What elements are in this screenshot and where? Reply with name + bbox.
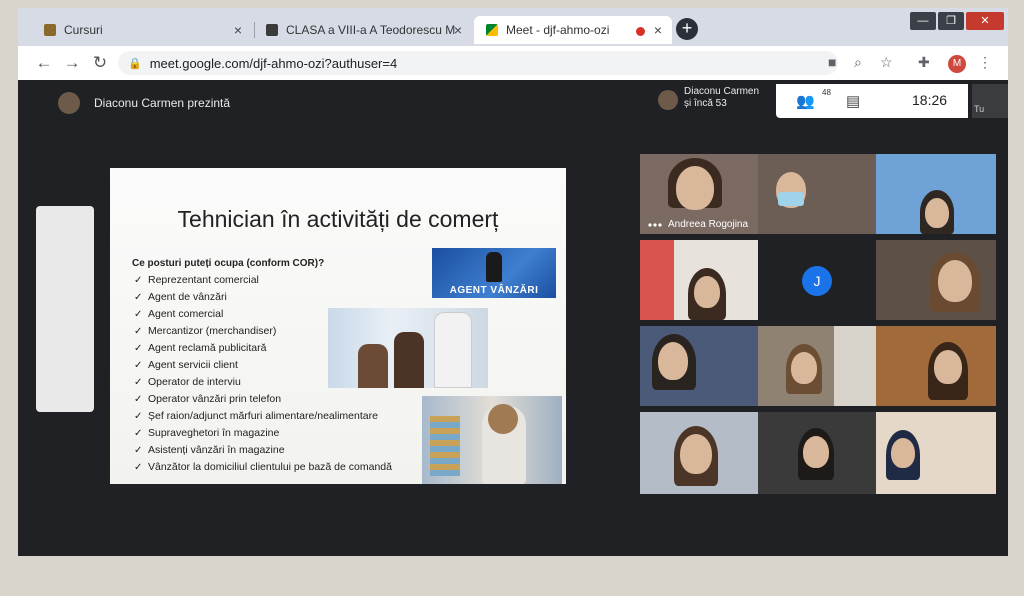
participant-tile[interactable] xyxy=(640,326,758,406)
presenter-text: Diaconu Carmen prezintă xyxy=(94,96,231,110)
close-tab-icon[interactable]: × xyxy=(454,22,462,38)
extensions-icon[interactable]: ✚ xyxy=(918,54,930,71)
participant-name: Diaconu Carmen xyxy=(684,86,760,97)
tab-title: Meet - djf-ahmo-ozi xyxy=(506,23,610,37)
presenter-info: Diaconu Carmen prezintă xyxy=(58,92,230,114)
close-tab-icon[interactable]: × xyxy=(654,22,662,38)
check-icon: ✓ xyxy=(134,309,143,320)
avatar xyxy=(58,92,80,114)
lock-icon[interactable]: 🔒 xyxy=(128,57,142,70)
participants-summary[interactable]: Diaconu Carmen și încă 53 xyxy=(658,86,759,110)
list-item: ✓ Agent de vânzări xyxy=(134,289,392,306)
participant-tile[interactable] xyxy=(758,326,876,406)
presentation-slide: Tehnician în activități de comerț Ce pos… xyxy=(110,168,566,484)
check-icon: ✓ xyxy=(134,343,143,354)
call-center-photo xyxy=(328,308,488,388)
participant-tile[interactable] xyxy=(758,412,876,494)
agent-image-label: AGENT VÂNZĂRI xyxy=(449,285,539,296)
check-icon: ✓ xyxy=(134,428,143,439)
check-icon: ✓ xyxy=(134,377,143,388)
people-icon[interactable]: 👥 xyxy=(796,92,815,110)
meet-icon xyxy=(486,24,498,36)
check-icon: ✓ xyxy=(134,462,143,473)
participant-tile[interactable] xyxy=(640,412,758,494)
participant-tile[interactable] xyxy=(640,240,758,320)
self-label: Tu xyxy=(974,104,985,114)
classroom-icon xyxy=(44,24,56,36)
meet-controls-panel: 👥 48 ▤ 18:26 xyxy=(776,84,968,118)
participant-tile[interactable] xyxy=(876,326,996,406)
meet-header: Diaconu Carmen prezintă Diaconu Carmen ș… xyxy=(18,80,1008,122)
recording-dot-icon xyxy=(636,27,645,36)
list-item: ✓ Vânzător la domiciliul clientului pe ba… xyxy=(134,459,392,476)
camera-icon[interactable]: ■ xyxy=(828,54,836,70)
check-icon: ✓ xyxy=(134,411,143,422)
check-icon: ✓ xyxy=(134,360,143,371)
participant-tile[interactable] xyxy=(876,240,996,320)
supermarket-photo xyxy=(422,396,562,484)
participant-tile[interactable] xyxy=(758,154,876,234)
url-text[interactable]: meet.google.com/djf-ahmo-ozi?authuser=4 xyxy=(150,56,398,71)
list-item: ✓ Șef raion/adjunct mărfuri alimentare/ne… xyxy=(134,408,392,425)
close-tab-icon[interactable]: × xyxy=(234,22,242,38)
list-item: ✓ Reprezentant comercial xyxy=(134,272,392,289)
check-icon: ✓ xyxy=(134,326,143,337)
list-item: ✓ Supraveghetori în magazine xyxy=(134,425,392,442)
participant-name: Andreea Rogojina xyxy=(668,219,749,230)
participant-tile[interactable]: J xyxy=(758,240,876,320)
tab-title: CLASA a VIII-a A Teodorescu Mi xyxy=(286,23,456,37)
classroom-icon xyxy=(266,24,278,36)
new-tab-button[interactable]: + xyxy=(676,18,698,40)
star-icon[interactable]: ☆ xyxy=(880,54,893,71)
maximize-button[interactable]: ❐ xyxy=(938,12,964,30)
slide-question: Ce posturi puteți ocupa (conform COR)? xyxy=(132,258,325,269)
previous-slide-edge xyxy=(36,206,94,412)
participant-initial-avatar: J xyxy=(802,266,832,296)
check-icon: ✓ xyxy=(134,445,143,456)
meet-bottom-area xyxy=(18,496,1008,556)
avatar xyxy=(658,90,678,110)
slide-title: Tehnician în activități de comerț xyxy=(177,206,499,232)
participant-more: și încă 53 xyxy=(684,98,727,109)
businessman-figure xyxy=(486,252,502,282)
profile-avatar[interactable]: M xyxy=(948,55,966,73)
menu-icon[interactable]: ⋮ xyxy=(978,54,992,71)
window-controls: — ❐ ✕ xyxy=(910,12,1004,30)
check-icon: ✓ xyxy=(134,394,143,405)
participant-grid: Andreea Rogojina J xyxy=(640,154,996,494)
agent-vanzari-image: AGENT VÂNZĂRI xyxy=(432,248,556,298)
list-item: ✓ Asistenți vânzări în magazine xyxy=(134,442,392,459)
participant-tile[interactable] xyxy=(876,154,996,234)
self-view-tile[interactable]: Tu xyxy=(972,84,1008,118)
monitor-screen: Cursuri × CLASA a VIII-a A Teodorescu Mi… xyxy=(18,8,1008,556)
close-window-button[interactable]: ✕ xyxy=(966,12,1004,30)
participant-tile[interactable]: Andreea Rogojina xyxy=(640,154,758,234)
tab-title: Cursuri xyxy=(64,23,103,37)
check-icon: ✓ xyxy=(134,275,143,286)
audio-level-icon xyxy=(648,223,662,227)
clock-time: 18:26 xyxy=(912,92,948,108)
tab-strip: Cursuri × CLASA a VIII-a A Teodorescu Mi… xyxy=(18,8,1008,46)
browser-toolbar: ← → ↻ 🔒 meet.google.com/djf-ahmo-ozi?aut… xyxy=(18,46,1008,81)
list-item: ✓ Operator vânzări prin telefon xyxy=(134,391,392,408)
zoom-icon[interactable]: ⌕ xyxy=(854,54,862,71)
participants-count-badge: 48 xyxy=(822,88,831,97)
forward-button[interactable]: → xyxy=(62,53,82,73)
chat-icon[interactable]: ▤ xyxy=(846,92,860,110)
tab-clasa[interactable]: CLASA a VIII-a A Teodorescu Mi × xyxy=(254,16,472,44)
address-bar[interactable]: 🔒 meet.google.com/djf-ahmo-ozi?authuser=… xyxy=(118,51,838,75)
back-button[interactable]: ← xyxy=(34,53,54,73)
tab-cursuri[interactable]: Cursuri × xyxy=(32,16,252,44)
reload-button[interactable]: ↻ xyxy=(90,53,110,73)
participant-tile[interactable] xyxy=(876,412,996,494)
minimize-button[interactable]: — xyxy=(910,12,936,30)
check-icon: ✓ xyxy=(134,292,143,303)
